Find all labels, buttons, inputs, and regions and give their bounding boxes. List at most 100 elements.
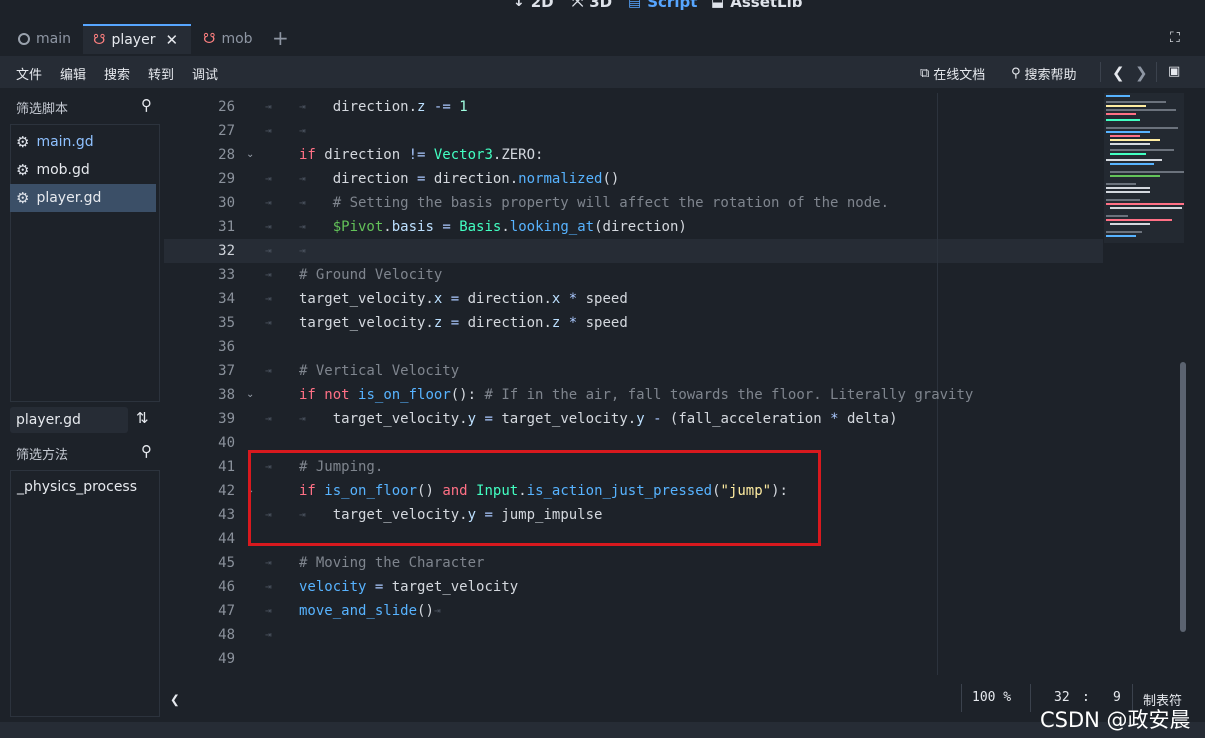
line-number: 40 xyxy=(218,435,235,451)
line-number: 29 xyxy=(218,171,235,187)
tab-indicator-icon: ⇥ xyxy=(434,604,441,617)
tab-indicator-icon: ⇥ xyxy=(265,124,272,137)
line-number: 45 xyxy=(218,555,235,571)
tab-indicator-icon: ⇥ xyxy=(265,604,272,617)
gear-icon: ⚙ xyxy=(16,189,30,207)
line-number: 41 xyxy=(218,459,235,475)
tab-indicator-icon: ⇥ xyxy=(265,292,272,305)
code-line: direction.z -= 1 xyxy=(299,99,468,115)
tab-player[interactable]: ☋ player ✕ xyxy=(83,24,191,54)
script-label: main.gd xyxy=(36,134,94,150)
workspace-assetlib-button[interactable]: ⬓ AssetLib xyxy=(711,0,802,11)
workspace-label: AssetLib xyxy=(730,0,803,11)
tab-label: player xyxy=(111,32,156,48)
tab-indicator-icon: ⇥ xyxy=(265,556,272,569)
menu-goto[interactable]: 转到 xyxy=(148,64,174,83)
tab-indicator-icon: ⇥ xyxy=(265,580,272,593)
close-icon[interactable]: ✕ xyxy=(165,31,178,49)
line-number: 30 xyxy=(218,195,235,211)
line-number: 49 xyxy=(218,651,235,667)
line-number: 48 xyxy=(218,627,235,643)
menu-search[interactable]: 搜索 xyxy=(104,64,130,83)
search-icon: ⚲ xyxy=(141,96,152,114)
search-help-button[interactable]: ⚲ 搜索帮助 xyxy=(1011,64,1077,83)
tab-indicator-icon: ⇥ xyxy=(265,628,272,641)
filter-scripts-input[interactable]: 筛选脚本 ⚲ xyxy=(10,93,160,119)
divider xyxy=(1156,62,1157,82)
workspace-script-button[interactable]: ▤ Script xyxy=(628,0,697,11)
fullscreen-icon[interactable]: ⛶ xyxy=(1170,30,1180,46)
divider xyxy=(1100,62,1101,82)
code-line: move_and_slide() xyxy=(299,603,434,619)
3d-icon: ⤧ xyxy=(572,0,584,10)
code-minimap[interactable] xyxy=(1104,93,1184,243)
chevron-left-icon[interactable]: ❮ xyxy=(1112,64,1125,82)
character-body-icon: ☋ xyxy=(203,31,216,47)
chevron-left-icon[interactable]: ❮ xyxy=(170,690,180,709)
script-item-mob[interactable]: ⚙ mob.gd xyxy=(10,156,156,184)
filter-methods-input[interactable]: 筛选方法 ⚲ xyxy=(10,439,160,465)
sort-icon[interactable]: ⇅ xyxy=(136,409,149,427)
script-label: player.gd xyxy=(36,190,102,206)
window-icon[interactable]: ▣ xyxy=(1168,64,1180,79)
vertical-scrollbar[interactable] xyxy=(1180,362,1186,632)
tab-label: mob xyxy=(221,31,253,47)
search-icon: ⚲ xyxy=(141,442,152,460)
line-number: 34 xyxy=(218,291,235,307)
code-line: target_velocity.y = target_velocity.y - … xyxy=(299,411,898,427)
character-body-icon: ☋ xyxy=(93,32,106,48)
tab-indicator-icon: ⇥ xyxy=(265,172,272,185)
chevron-right-icon[interactable]: ❯ xyxy=(1135,64,1148,82)
watermark: CSDN @政安晨 xyxy=(1040,708,1191,732)
script-item-player[interactable]: ⚙ player.gd xyxy=(10,184,156,212)
tab-indicator-icon: ⇥ xyxy=(265,268,272,281)
script-item-main[interactable]: ⚙ main.gd xyxy=(10,128,156,156)
tab-indicator-icon: ⇥ xyxy=(265,100,272,113)
fold-arrow-icon[interactable]: ⌄ xyxy=(246,143,254,167)
code-line: target_velocity.z = direction.z * speed xyxy=(299,315,628,331)
bottom-panel-strip xyxy=(0,722,1205,738)
fold-arrow-icon[interactable]: ⌄ xyxy=(246,383,254,407)
menu-debug[interactable]: 调试 xyxy=(192,64,218,83)
tab-main[interactable]: main xyxy=(8,24,81,54)
line-number: 42 xyxy=(218,483,235,499)
line-number: 27 xyxy=(218,123,235,139)
code-line: direction = direction.normalized() xyxy=(299,171,620,187)
search-help-label: 搜索帮助 xyxy=(1024,68,1077,83)
tab-indicator-icon: ⇥ xyxy=(265,244,272,257)
editor-status-bar: ❮ 100 % 32 : 9 制表符 xyxy=(164,680,1190,716)
line-number: 43 xyxy=(218,507,235,523)
code-line: target_velocity.x = direction.x * speed xyxy=(299,291,628,307)
line-number: 37 xyxy=(218,363,235,379)
cursor-separator: : xyxy=(1082,690,1090,705)
script-label: mob.gd xyxy=(36,162,90,178)
node3d-icon xyxy=(18,33,30,45)
workspace-2d-button[interactable]: ↕ 2D xyxy=(513,0,554,11)
cursor-line: 32 xyxy=(1054,690,1070,705)
line-number: 32 xyxy=(218,243,235,259)
2d-icon: ↕ xyxy=(513,0,525,10)
online-docs-label: 在线文档 xyxy=(933,68,986,83)
menu-file[interactable]: 文件 xyxy=(16,64,42,83)
tab-label: main xyxy=(36,31,71,47)
line-number: 44 xyxy=(218,531,235,547)
method-item[interactable]: _physics_process xyxy=(17,479,137,495)
menu-edit[interactable]: 编辑 xyxy=(60,64,86,83)
tab-indicator-icon: ⇥ xyxy=(299,244,306,257)
tab-mob[interactable]: ☋ mob xyxy=(193,24,263,54)
workspace-label: 3D xyxy=(589,0,613,11)
tab-indicator-icon: ⇥ xyxy=(265,412,272,425)
line-number: 36 xyxy=(218,339,235,355)
workspace-3d-button[interactable]: ⤧ 3D xyxy=(572,0,612,11)
zoom-level[interactable]: 100 % xyxy=(972,690,1011,705)
scene-tab-bar: main ☋ player ✕ ☋ mob xyxy=(0,24,1205,54)
online-docs-button[interactable]: ⧉ 在线文档 xyxy=(920,64,985,83)
code-line: if direction != Vector3.ZERO: xyxy=(299,147,544,163)
gear-icon: ⚙ xyxy=(16,161,30,179)
divider xyxy=(961,684,962,712)
current-script-label: player.gd xyxy=(10,407,128,433)
current-script-name: player.gd xyxy=(16,412,81,428)
line-number: 35 xyxy=(218,315,235,331)
filter-scripts-placeholder: 筛选脚本 xyxy=(16,102,69,117)
add-tab-icon[interactable]: + xyxy=(272,26,289,50)
